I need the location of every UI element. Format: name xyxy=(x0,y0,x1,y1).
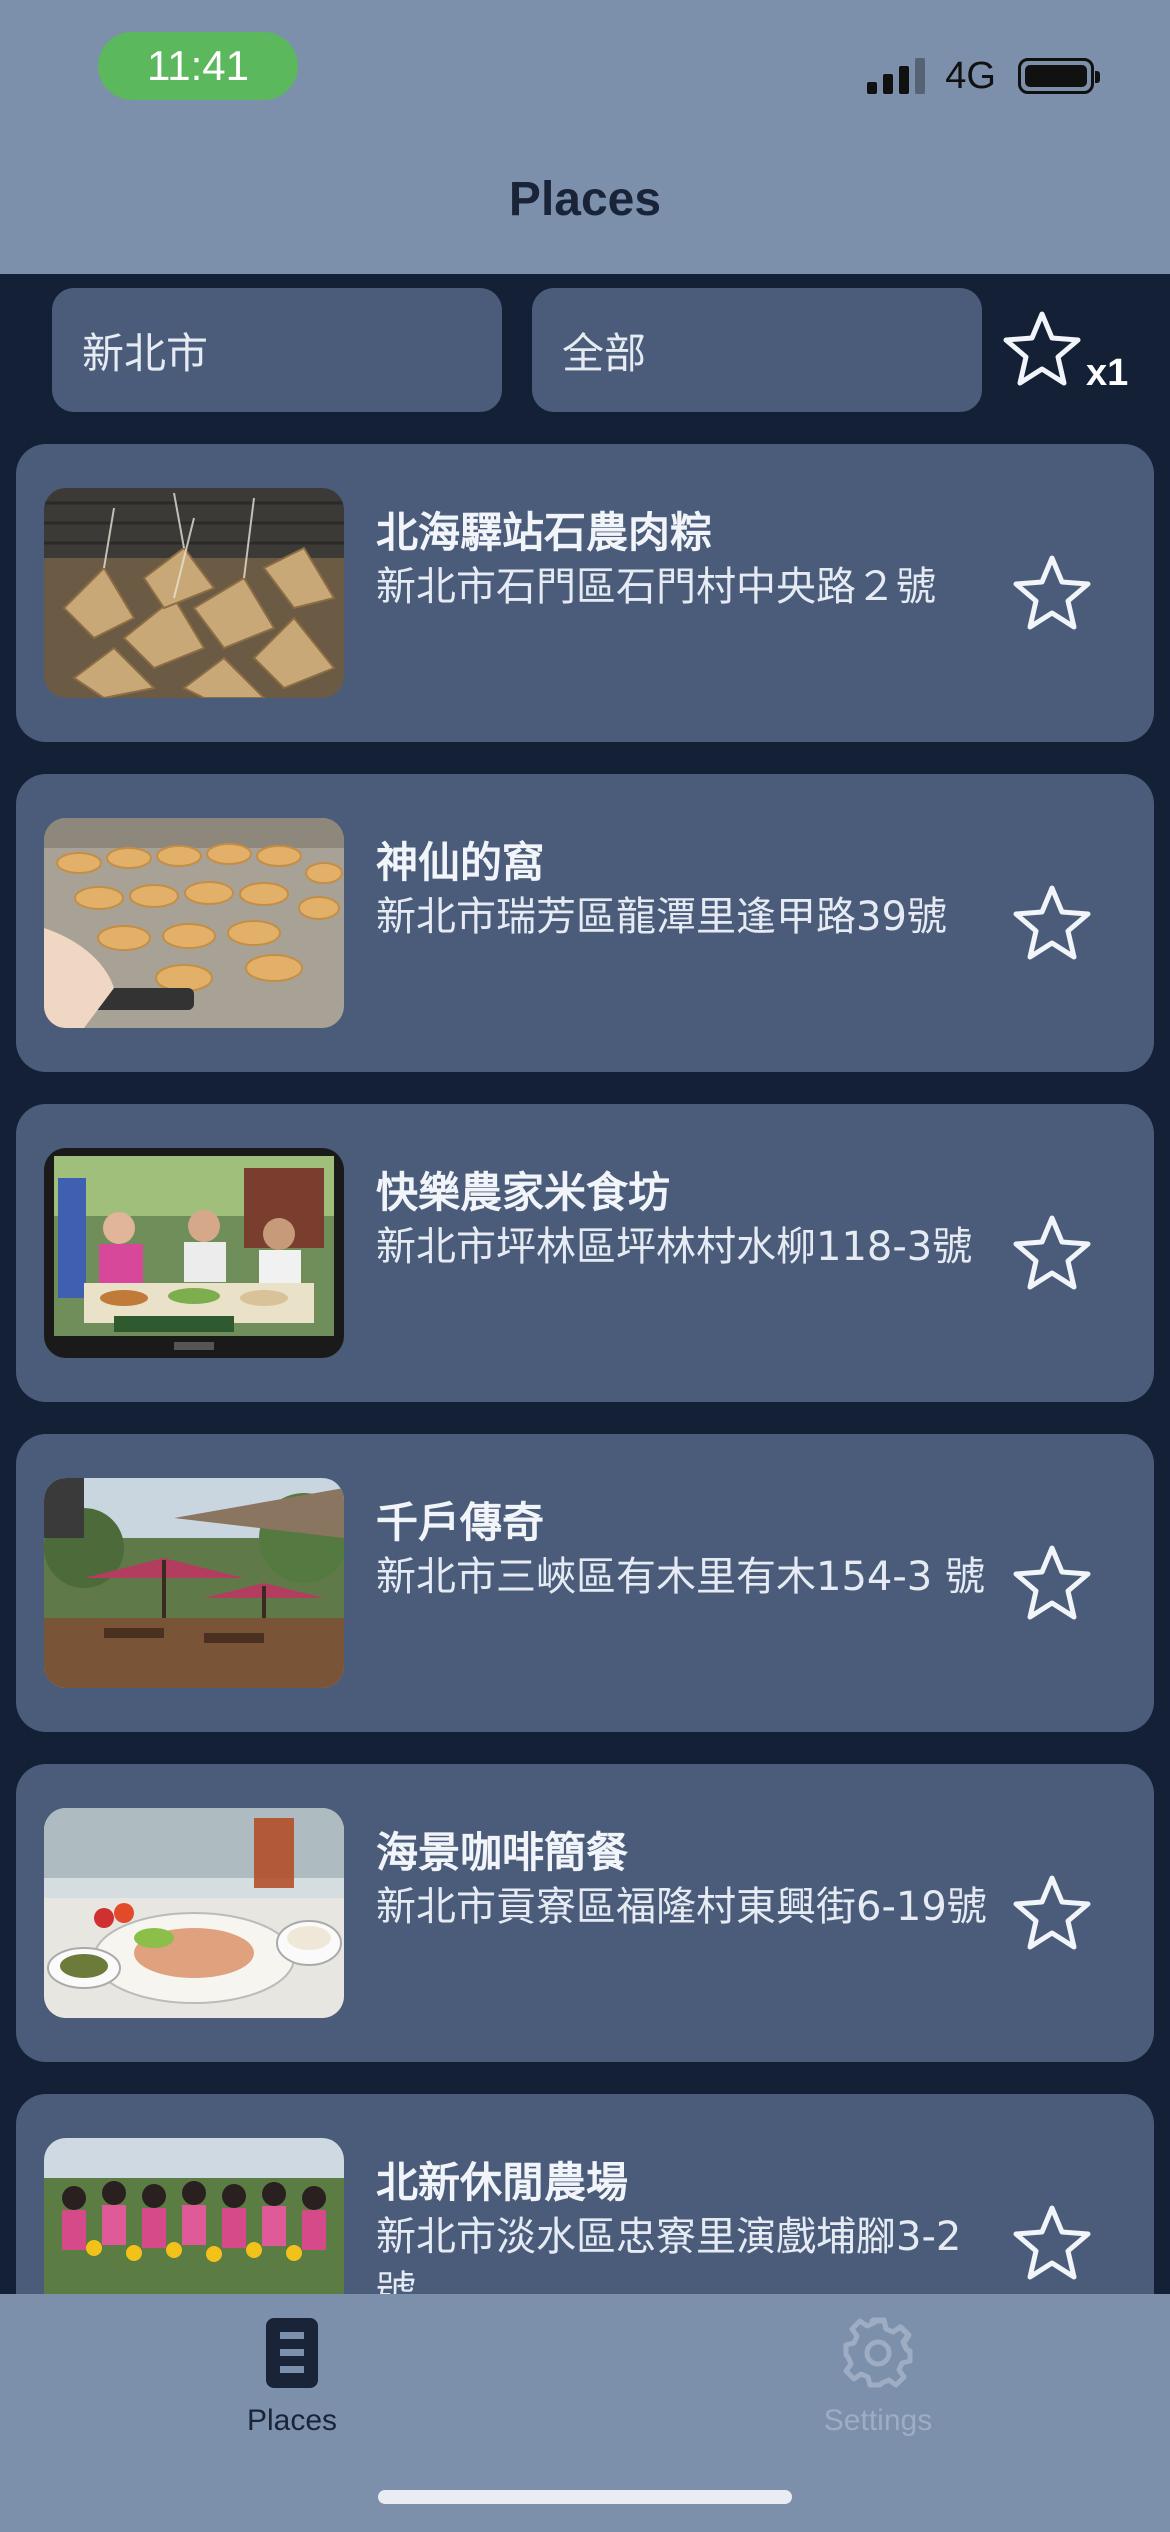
place-name: 北海驛站石農肉粽 xyxy=(376,508,713,557)
category-filter[interactable]: 全部 xyxy=(532,288,982,412)
favorite-button[interactable] xyxy=(1010,1542,1094,1630)
signal-icon xyxy=(867,58,926,94)
place-address: 新北市瑞芳區龍潭里逢甲路39號 xyxy=(376,894,947,940)
place-thumbnail xyxy=(44,2138,344,2294)
star-outline-icon xyxy=(1013,1875,1091,1950)
star-outline-icon xyxy=(1003,311,1081,386)
favorite-button[interactable] xyxy=(1010,882,1094,970)
place-address: 新北市坪林區坪林村水柳118-3號 xyxy=(376,1224,973,1270)
place-address: 新北市三峽區有木里有木154-3 號 xyxy=(376,1554,985,1600)
document-list-icon xyxy=(266,2318,318,2388)
tab-places-label: Places xyxy=(246,2404,338,2437)
place-card[interactable]: 海景咖啡簡餐 新北市貢寮區福隆村東興街6-19號 xyxy=(16,1764,1154,2062)
place-name: 海景咖啡簡餐 xyxy=(376,1828,629,1877)
battery-icon xyxy=(1018,58,1100,94)
status-indicators: 4G xyxy=(867,48,1100,104)
page-title: Places xyxy=(508,173,662,226)
place-name: 千戶傳奇 xyxy=(376,1498,545,1547)
place-card[interactable]: 快樂農家米食坊 新北市坪林區坪林村水柳118-3號 xyxy=(16,1104,1154,1402)
place-name: 快樂農家米食坊 xyxy=(376,1168,671,1217)
star-outline-icon xyxy=(1013,2205,1091,2280)
gear-icon xyxy=(843,2317,913,2388)
star-outline-icon xyxy=(1013,1545,1091,1620)
favorite-button[interactable] xyxy=(1010,1212,1094,1300)
place-card[interactable]: 北海驛站石農肉粽 新北市石門區石門村中央路２號 xyxy=(16,444,1154,742)
place-thumbnail xyxy=(44,1808,344,2018)
tab-places[interactable]: Places xyxy=(142,2316,442,2438)
favorites-filter-button[interactable]: x1 xyxy=(1000,308,1140,398)
places-screen: 11:41 4G Places 新北市 全部 x1 北海驛站石農肉粽 新北市石門… xyxy=(0,0,1170,2532)
place-card[interactable]: 北新休閒農場 新北市淡水區忠寮里演戲埔腳3-2號 xyxy=(16,2094,1154,2294)
favorite-button[interactable] xyxy=(1010,2202,1094,2290)
place-thumbnail xyxy=(44,1148,344,1358)
city-filter[interactable]: 新北市 xyxy=(52,288,502,412)
place-card[interactable]: 神仙的窩 新北市瑞芳區龍潭里逢甲路39號 xyxy=(16,774,1154,1072)
place-address: 新北市淡水區忠寮里演戲埔腳3-2號 xyxy=(376,2214,962,2294)
favorite-button[interactable] xyxy=(1010,1872,1094,1960)
star-outline-icon xyxy=(1013,885,1091,960)
place-thumbnail xyxy=(44,488,344,698)
star-outline-icon xyxy=(1013,555,1091,630)
network-type: 4G xyxy=(945,54,996,97)
favorite-button[interactable] xyxy=(1010,552,1094,640)
home-indicator[interactable] xyxy=(378,2490,792,2504)
star-outline-icon xyxy=(1013,1215,1091,1290)
place-thumbnail xyxy=(44,818,344,1028)
place-address: 新北市貢寮區福隆村東興街6-19號 xyxy=(376,1884,987,1930)
place-name: 北新休閒農場 xyxy=(376,2158,629,2207)
tab-settings[interactable]: Settings xyxy=(728,2316,1028,2438)
places-list[interactable]: 北海驛站石農肉粽 新北市石門區石門村中央路２號 神仙的窩 新北市瑞芳區龍潭里逢甲… xyxy=(0,444,1170,2294)
place-card[interactable]: 千戶傳奇 新北市三峽區有木里有木154-3 號 xyxy=(16,1434,1154,1732)
place-thumbnail xyxy=(44,1478,344,1688)
tab-settings-label: Settings xyxy=(823,2404,933,2437)
place-address: 新北市石門區石門村中央路２號 xyxy=(376,564,936,610)
header: 11:41 4G Places xyxy=(0,0,1170,274)
status-time: 11:41 xyxy=(98,32,298,100)
place-name: 神仙的窩 xyxy=(376,838,545,887)
favorites-count: x1 xyxy=(1086,352,1129,394)
